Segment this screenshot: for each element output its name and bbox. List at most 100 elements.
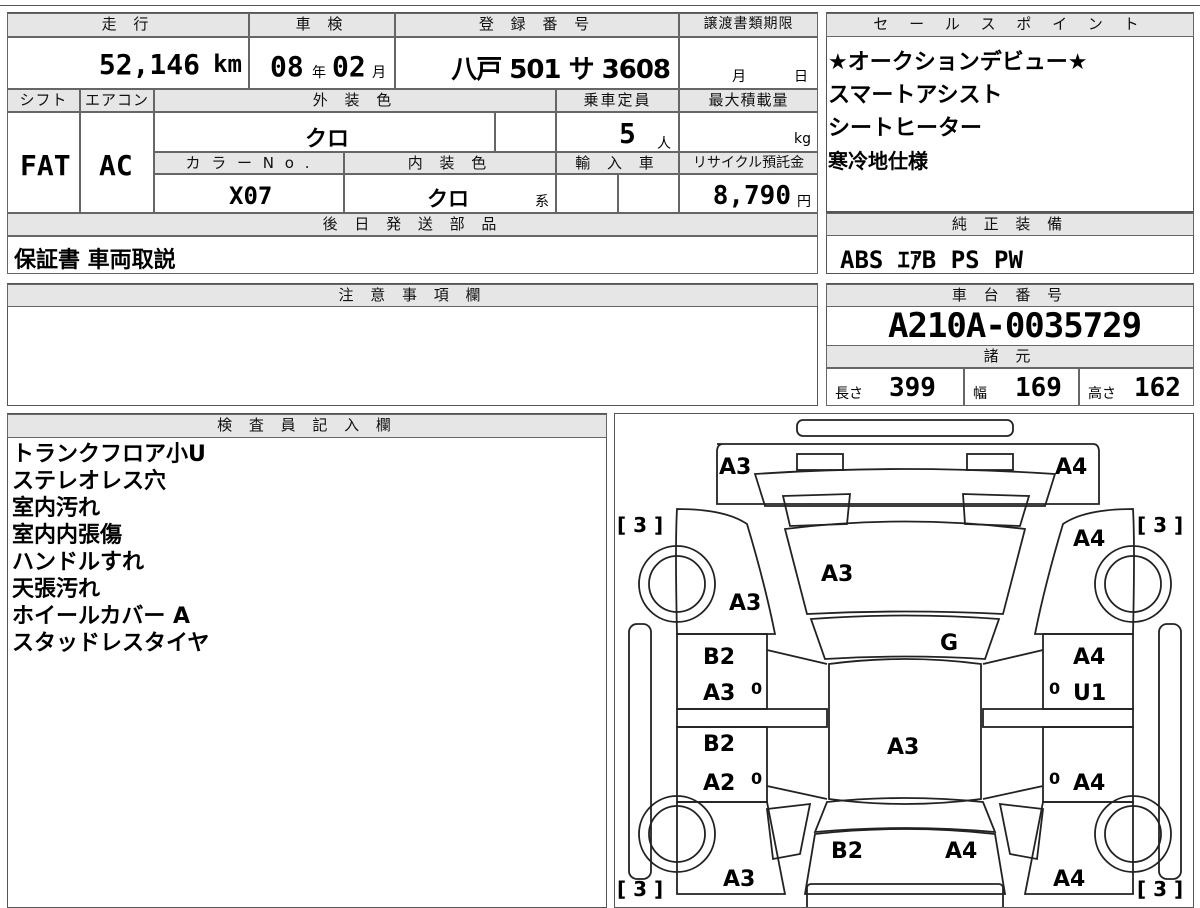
capacity-unit: 人 [657, 136, 671, 152]
color-no-cell: X07 [154, 174, 344, 213]
import-header: 輸 入 車 [556, 152, 679, 174]
inspector-item: 室内内張傷 [12, 523, 123, 548]
later-parts-header: 後 日 発 送 部 品 [7, 213, 818, 236]
mileage-header: 走 行 [7, 13, 249, 37]
inspector-item: 天張汚れ [12, 577, 101, 602]
zero-mark: 0 [751, 769, 762, 788]
ac-cell: AC [80, 112, 154, 213]
shaken-month: 02 [332, 50, 366, 83]
interior-value: クロ [427, 187, 469, 211]
inspector-item: トランクフロア小U [12, 442, 206, 467]
interior-header: 内 装 色 [344, 152, 556, 174]
mark-roof-glass: G [940, 631, 958, 656]
transfer-deadline-header: 譲渡書類期限 [679, 13, 818, 37]
rear-bumper-strip [796, 419, 1014, 437]
exterior-extra-cell [495, 112, 556, 152]
registration-cell: 八戸 501 サ 3608 [395, 37, 679, 89]
load-unit: kg [794, 131, 811, 147]
recycle-value: 8,790 [712, 181, 791, 211]
registration-value: 八戸 501 サ 3608 [451, 55, 671, 85]
sales-points-header: セ ー ル ス ポ イ ン ト [826, 13, 1194, 37]
rear-lamp-right [966, 453, 1014, 471]
inspector-list: トランクフロア小U ステレオレス穴 室内汚れ 室内内張傷 ハンドルすれ 天張汚れ… [12, 441, 592, 657]
mark-hood-right: A4 [945, 839, 977, 864]
registration-header: 登 録 番 号 [395, 13, 679, 37]
mark-rear-left-door-2: A3 [703, 681, 735, 706]
spec-width-label: 幅 [973, 386, 987, 402]
roof [828, 658, 982, 805]
rear-pillar [809, 614, 1001, 660]
car-diagram: A3 A4 A4 A3 A3 G B2 A3 A4 U1 A3 B2 A2 A4… [617, 419, 1183, 907]
recycle-header: リサイクル預託金 [679, 152, 818, 174]
later-parts-cell: 保証書 車両取説 [7, 236, 818, 274]
load-header: 最大積載量 [679, 89, 818, 112]
import-cell-2 [618, 174, 679, 213]
ac-value: AC [99, 149, 133, 182]
sales-point-item: スマートアシスト [828, 83, 1003, 108]
chassis-number: A210A-0035729 [888, 306, 1142, 346]
mark-rear-right-quarter: A4 [1073, 527, 1105, 552]
exterior-value: クロ [305, 127, 350, 152]
exterior-cell: クロ [154, 112, 495, 152]
mark-trunk: A3 [821, 562, 853, 587]
inspector-item: スタッドレスタイヤ [12, 631, 210, 656]
zero-mark: 0 [1049, 769, 1060, 788]
ac-header: エアコン [80, 89, 154, 112]
mileage-value: 52,146 [98, 48, 200, 81]
rear-spoiler-right [962, 493, 1031, 527]
mark-rear-left-door-1: B2 [703, 645, 735, 670]
sales-points-list: ★オークションデビュー★ スマートアシスト シートヒーター 寒冷地仕様 [828, 46, 1188, 178]
spec-width-cell: 幅 169 [964, 368, 1079, 406]
mark-front-left-door-1: B2 [703, 732, 735, 757]
capacity-header: 乗車定員 [556, 89, 679, 112]
shaken-header: 車 検 [249, 13, 395, 37]
inspector-item: ステレオレス穴 [12, 469, 167, 494]
shift-value: FAT [20, 149, 71, 182]
inspector-item: ホイールカバー A [12, 604, 191, 629]
front-bumper [806, 883, 1004, 907]
mark-front-right-door: A4 [1073, 771, 1105, 796]
equipment-value: ABS ｴｱB PS PW [840, 246, 1023, 274]
mark-rear-left: A3 [719, 455, 751, 480]
top-edge-remnant [0, 0, 1200, 6]
mark-front-left-door-2: A2 [703, 771, 735, 796]
spec-length-label: 長さ [835, 386, 863, 402]
mark-rear-right: A4 [1055, 455, 1087, 480]
inspector-item: 室内汚れ [12, 496, 101, 521]
capacity-value: 5 [619, 117, 636, 150]
sales-point-item: ★オークションデビュー★ [828, 50, 1088, 75]
transfer-day: 日 [794, 69, 808, 85]
rear-panel [753, 468, 1057, 507]
mileage-cell: 52,146 km [7, 37, 249, 89]
spec-length-value: 399 [889, 373, 936, 403]
shaken-month-unit: 月 [372, 65, 386, 81]
transfer-deadline-cell: 月 日 [679, 37, 818, 89]
inspector-item: ハンドルすれ [12, 550, 145, 575]
shaken-year-unit: 年 [312, 65, 326, 81]
import-cell-1 [556, 174, 618, 213]
shift-header: シフト [7, 89, 80, 112]
rear-spoiler [781, 493, 851, 527]
shaken-cell: 08 年 02 月 [249, 37, 395, 89]
mark-rear-right-door-2: U1 [1073, 681, 1106, 706]
later-parts-value: 保証書 車両取説 [14, 248, 176, 273]
color-no-value: X07 [229, 182, 273, 210]
left-b-pillar [676, 708, 828, 728]
car-diagram-box: A3 A4 A4 A3 A3 G B2 A3 A4 U1 A3 B2 A2 A4… [614, 413, 1194, 908]
tire-mark-rear-left: [ 3 ] [617, 513, 663, 537]
zero-mark: 0 [751, 679, 762, 698]
tire-mark-front-left: [ 3 ] [617, 877, 663, 901]
right-b-pillar [982, 708, 1134, 728]
chassis-header: 車 台 番 号 [826, 284, 1194, 307]
capacity-cell: 5 人 [556, 112, 679, 152]
spec-width-value: 169 [1015, 373, 1062, 403]
spec-length-cell: 長さ 399 [826, 368, 964, 406]
tire-mark-rear-right: [ 3 ] [1137, 513, 1183, 537]
mark-rear-right-door-1: A4 [1073, 645, 1105, 670]
equipment-header: 純 正 装 備 [826, 213, 1194, 236]
mark-hood-left: B2 [831, 839, 863, 864]
load-cell: kg [679, 112, 818, 152]
rear-lamp-left [796, 453, 844, 471]
mark-left-quarter: A3 [729, 591, 761, 616]
shift-cell: FAT [7, 112, 80, 213]
